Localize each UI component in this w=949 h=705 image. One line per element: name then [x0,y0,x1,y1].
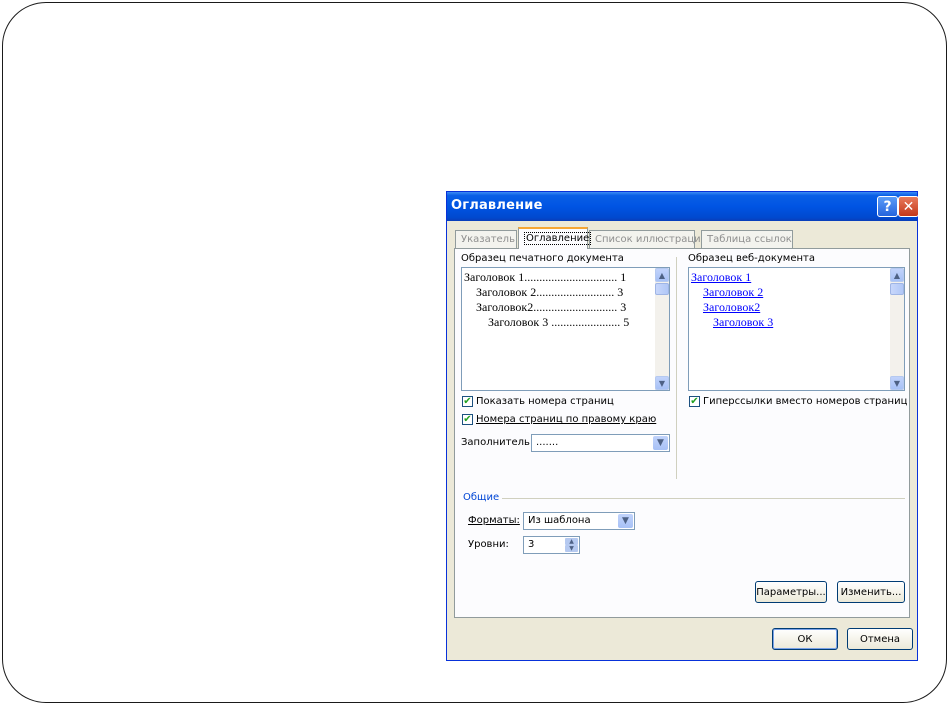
right-align-label: Номера страниц по правому краю [476,414,657,425]
formats-select[interactable]: Из шаблона ▼ [523,512,635,530]
help-icon: ? [883,198,892,215]
web-preview-link[interactable]: Заголовок 1 [691,270,751,285]
print-preview-scrollbar[interactable]: ▲ ▼ [655,268,669,390]
print-preview-label: Образец печатного документа [461,253,624,264]
print-preview-box[interactable]: Заголовок 1.............................… [461,267,670,391]
params-button-label: Параметры... [756,586,826,598]
chevron-up-icon[interactable]: ▲ [890,268,904,282]
group-divider [495,498,905,499]
tab-index[interactable]: Указатель [455,230,517,248]
help-button[interactable]: ? [877,196,898,217]
params-button[interactable]: Параметры... [755,581,827,603]
levels-spinner[interactable]: 3 ▲ ▼ [523,536,580,554]
close-icon: ✕ [902,198,915,215]
spinner-down-icon[interactable]: ▼ [565,545,578,552]
tab-toc[interactable]: Оглавление [518,227,592,249]
chevron-down-icon[interactable]: ▼ [890,376,904,390]
formats-value: Из шаблона [528,515,591,526]
chevron-down-icon[interactable]: ▼ [653,436,668,450]
modify-button[interactable]: Изменить... [837,581,905,603]
web-preview-link[interactable]: Заголовок 2 [703,285,763,300]
levels-label: Уровни: [468,539,509,550]
chevron-up-icon[interactable]: ▲ [655,268,669,282]
toc-dialog: Оглавление ? ✕ Указатель Оглавление Спис… [446,191,919,661]
formats-label: Форматы: [468,515,520,526]
close-button[interactable]: ✕ [898,196,919,217]
tab-authorities[interactable]: Таблица ссылок [701,230,793,248]
levels-value: 3 [528,539,535,550]
web-preview-label: Образец веб-документа [688,253,815,264]
dialog-title: Оглавление [451,198,543,213]
toc-line: Заголовок 1.............................… [464,270,627,284]
ok-button[interactable]: ОК [772,628,838,650]
tab-figures[interactable]: Список иллюстраций [589,230,707,248]
leader-select[interactable]: ....... ▼ [531,434,670,452]
tab-panel: Образец печатного документа Заголовок 1.… [454,248,910,618]
web-preview-link[interactable]: Заголовок 3 [713,315,773,330]
right-align-checkbox[interactable]: ✔ [462,414,473,425]
general-group-title: Общие [463,492,503,503]
scroll-thumb[interactable] [890,283,904,295]
chevron-down-icon[interactable]: ▼ [618,514,633,528]
leader-label: Заполнитель: [461,437,534,448]
modify-button-label: Изменить... [840,586,902,598]
toc-line: Заголовок2............................ 3 [476,300,627,314]
title-bar[interactable]: Оглавление ? ✕ [447,192,919,221]
chevron-down-icon[interactable]: ▼ [655,376,669,390]
show-page-numbers-label: Показать номера страниц [476,396,614,407]
web-preview-link[interactable]: Заголовок2 [703,300,760,315]
ok-button-label: ОК [797,633,813,645]
web-preview-scrollbar[interactable]: ▲ ▼ [890,268,904,390]
leader-value: ....... [536,437,559,448]
column-divider [676,257,677,479]
toc-line: Заголовок 2.......................... 3 [476,285,624,299]
cancel-button[interactable]: Отмена [847,628,913,650]
scroll-thumb[interactable] [655,283,669,295]
cancel-button-label: Отмена [859,633,901,645]
toc-line: Заголовок 3 ....................... 5 [488,315,630,329]
spinner-up-icon[interactable]: ▲ [565,538,578,545]
hyperlinks-label: Гиперссылки вместо номеров страниц [703,396,908,407]
hyperlinks-checkbox[interactable]: ✔ [689,396,700,407]
show-page-numbers-checkbox[interactable]: ✔ [462,396,473,407]
web-preview-box[interactable]: Заголовок 1 Заголовок 2 Заголовок2 Загол… [688,267,905,391]
